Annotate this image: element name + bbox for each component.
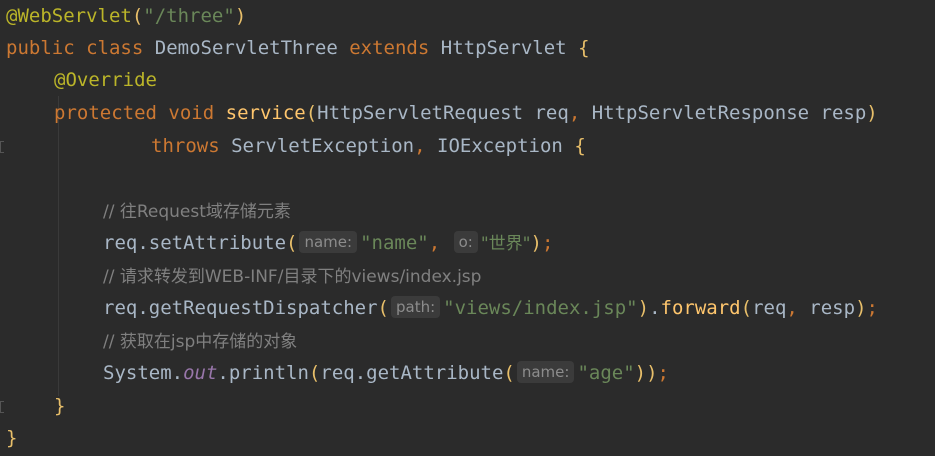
code-line[interactable]: } — [0, 390, 65, 422]
code-line[interactable]: @Override — [0, 64, 157, 96]
code-line[interactable]: public class DemoServletThree extends Ht… — [0, 32, 590, 64]
code-line[interactable]: } — [0, 422, 17, 454]
comment: // 往Request域存储元素 — [103, 202, 291, 222]
annotation: @Override — [54, 69, 157, 91]
keyword: void — [168, 102, 215, 124]
paren: ) — [637, 297, 650, 319]
code-editor[interactable]: @WebServlet("/three") public class DemoS… — [0, 0, 935, 456]
parameter-hint: name: — [516, 361, 575, 383]
argument: resp — [809, 297, 856, 319]
code-line[interactable]: protected void service(HttpServletReques… — [0, 97, 878, 129]
paren: )) — [634, 362, 658, 384]
paren: ( — [131, 5, 144, 27]
dot: . — [649, 297, 661, 319]
comma: , — [428, 232, 441, 254]
class-ref: System. — [103, 362, 184, 384]
brace: } — [54, 395, 66, 417]
comma: , — [568, 102, 581, 124]
parameter-hint: o: — [453, 231, 478, 253]
keyword: extends — [349, 37, 430, 59]
code-line[interactable]: req.setAttribute(name: "name", o: "世界"); — [0, 227, 553, 259]
parameter: HttpServletResponse resp — [591, 102, 867, 124]
paren: ( — [503, 362, 515, 384]
string-literal: "/three" — [143, 5, 235, 27]
paren: ) — [530, 232, 542, 254]
paren: ( — [286, 232, 298, 254]
string-literal: "age" — [577, 362, 635, 384]
annotation: @WebServlet — [6, 5, 132, 27]
code-line[interactable]: @WebServlet("/three") — [0, 0, 246, 32]
brace: } — [6, 427, 18, 449]
method-call: req.setAttribute — [103, 232, 287, 254]
string-literal: "世界" — [480, 234, 531, 254]
super-class-name: HttpServlet — [440, 37, 567, 59]
comma: , — [414, 135, 426, 157]
keyword: protected — [54, 102, 157, 124]
parameter: HttpServletRequest req — [317, 102, 569, 124]
code-line[interactable]: System.out.println(req.getAttribute(name… — [0, 357, 669, 389]
code-line[interactable]: req.getRequestDispatcher(path: "views/ind… — [0, 292, 878, 324]
comment: // 请求转发到WEB-INF/目录下的views/index.jsp — [103, 267, 482, 287]
exception-type: IOException — [437, 135, 563, 157]
parameter-hint: name: — [299, 231, 358, 253]
exception-type: ServletException — [231, 135, 415, 157]
argument: req — [752, 297, 787, 319]
comment: // 获取在jsp中存储的对象 — [103, 332, 298, 352]
paren: ) — [866, 102, 878, 124]
method-call: req.getRequestDispatcher — [103, 297, 378, 319]
semicolon: ; — [657, 362, 669, 384]
static-field: out — [183, 362, 218, 384]
paren: ) — [855, 297, 867, 319]
comma: , — [786, 297, 798, 319]
code-line[interactable]: // 往Request域存储元素 — [0, 195, 291, 227]
brace: { — [574, 135, 586, 157]
paren: ( — [305, 102, 318, 124]
paren: ( — [740, 297, 753, 319]
string-literal: "views/index.jsp" — [443, 297, 638, 319]
string-literal: "name" — [360, 232, 429, 254]
method-call: forward — [660, 297, 741, 319]
semicolon: ; — [541, 232, 554, 254]
keyword: public — [6, 37, 75, 59]
method-name: service — [225, 102, 306, 124]
keyword: throws — [151, 135, 220, 157]
brace: { — [578, 37, 590, 59]
code-line[interactable]: throws ServletException, IOException { — [0, 130, 586, 162]
semicolon: ; — [866, 297, 878, 319]
code-line[interactable]: // 获取在jsp中存储的对象 — [0, 325, 297, 357]
method-call: req.getAttribute — [320, 362, 504, 384]
paren: ( — [377, 297, 389, 319]
code-line[interactable]: // 请求转发到WEB-INF/目录下的views/index.jsp — [0, 260, 481, 292]
method-call: .println — [217, 362, 309, 384]
paren: ( — [308, 362, 321, 384]
paren: ) — [234, 5, 247, 27]
keyword: class — [86, 37, 144, 59]
class-name: DemoServletThree — [154, 37, 338, 59]
parameter-hint: path: — [391, 296, 441, 318]
